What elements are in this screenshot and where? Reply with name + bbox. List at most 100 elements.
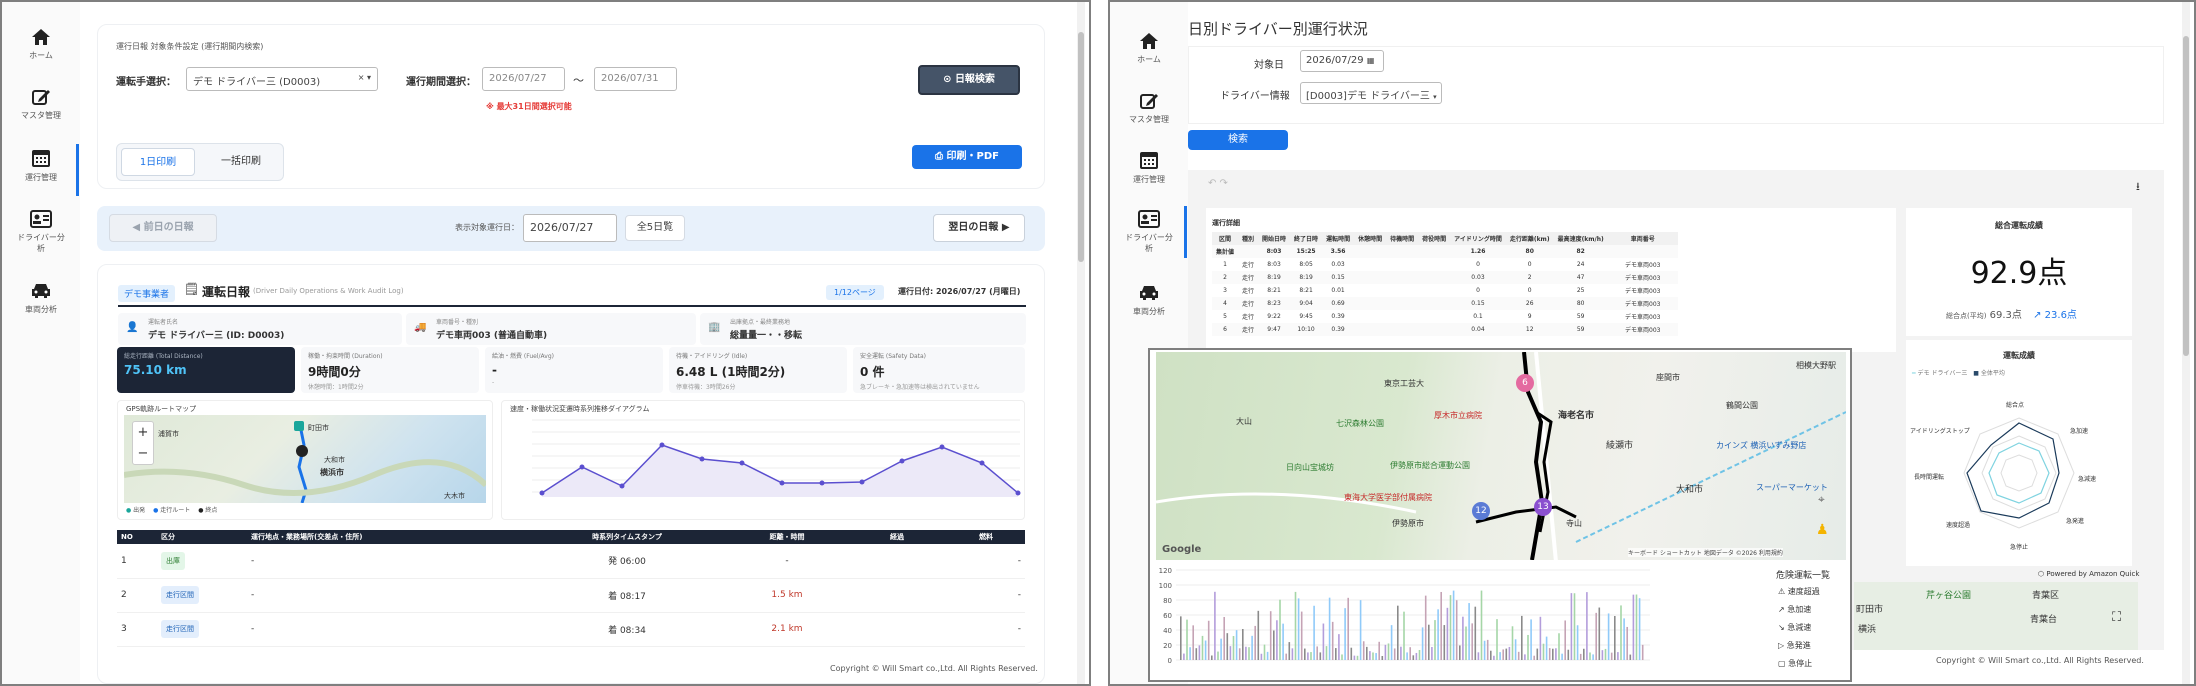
right-search-button[interactable]: 検索 bbox=[1188, 130, 1288, 150]
driver-select[interactable]: デモ ドライバー三 (D0003) × ▾ bbox=[186, 67, 378, 91]
row-no: 2 bbox=[117, 578, 157, 613]
pegman-icon[interactable]: ♟ bbox=[1816, 522, 1829, 538]
nav-master[interactable]: マスタ管理 bbox=[2, 88, 80, 121]
map-place: 横浜市 bbox=[320, 468, 344, 477]
kpi-sub: 急ブレーキ・急加速等は検出されていません bbox=[860, 384, 980, 391]
cell: 8:05 bbox=[1299, 261, 1313, 268]
table-row[interactable]: 6 走行 9:47 10:10 0.39 0.04 12 59 デモ車両003 bbox=[1212, 323, 1678, 336]
route-map[interactable]: 東京工芸大 厚木市立病院 相模大野駅 七沢森林公園 日向山宝城坊 伊勢原市総合運… bbox=[1156, 352, 1846, 560]
nav-operation[interactable]: 運行管理 bbox=[1110, 150, 1188, 185]
speed-bar bbox=[1576, 625, 1579, 660]
left-scrollbar[interactable] bbox=[1077, 2, 1085, 684]
car-icon bbox=[1140, 286, 1158, 300]
end-marker bbox=[296, 445, 308, 457]
nav-driver[interactable]: ドライバー分析 bbox=[1110, 206, 1188, 258]
mini-map[interactable]: 芹ヶ谷公園 青葉区 町田市 横浜 青葉台 ⛶ bbox=[1854, 582, 2138, 650]
right-scroll-thumb[interactable] bbox=[2183, 36, 2189, 356]
cell: 80 bbox=[1525, 248, 1534, 255]
play-icon: ▷ bbox=[1778, 641, 1785, 650]
speed-bar bbox=[1511, 626, 1514, 660]
table-row[interactable]: 3 走行区間 - 着 08:34 2.1 km - bbox=[117, 612, 1025, 647]
period-label: 運行期間選択： bbox=[406, 77, 476, 88]
nav-operation[interactable]: 運行管理 bbox=[2, 144, 80, 196]
chevron-down-icon: × ▾ bbox=[357, 73, 371, 82]
table-row[interactable]: 1 走行 8:03 8:05 0.03 0 0 24 デモ車両003 bbox=[1212, 258, 1678, 271]
nav-master[interactable]: マスタ管理 bbox=[1110, 92, 1188, 125]
table-row[interactable]: 2 走行 8:19 8:19 0.15 0.03 2 47 デモ車両003 bbox=[1212, 271, 1678, 284]
speed-bar bbox=[1403, 611, 1405, 660]
driver-info-select[interactable]: [D0003]デモ ドライバー三 ▾ bbox=[1300, 82, 1442, 104]
search-button[interactable]: ⊙ 日報検索 bbox=[918, 65, 1020, 95]
kpi-sub: 休憩時間：1時間2分 bbox=[308, 384, 364, 391]
tab-bulk-print[interactable]: 一括印刷 bbox=[203, 148, 279, 176]
nav-vehicle[interactable]: 車両分析 bbox=[1110, 284, 1188, 317]
date-from-input[interactable]: 2026/07/27 bbox=[482, 67, 565, 91]
speed-bar bbox=[1552, 648, 1554, 660]
speed-bar bbox=[1443, 625, 1446, 660]
row-type-badge: 走行区間 bbox=[161, 586, 199, 604]
map-place: 寺山 bbox=[1566, 519, 1582, 528]
driver-info: 👤 運転者氏名 デモ ドライバー三 (ID: D0003) bbox=[118, 313, 402, 345]
kpi-value: 6.48 L (1時間2分) bbox=[676, 365, 786, 379]
kpi-value: 0 件 bbox=[860, 365, 885, 379]
nav-label: ドライバー分析 bbox=[17, 233, 65, 253]
radar-title: 運転成績 bbox=[2003, 351, 2035, 360]
cell: 0.03 bbox=[1331, 261, 1345, 268]
undo-icon[interactable]: ↶ ↷ bbox=[1208, 178, 1228, 189]
hazard-speeding: ⚠ 速度超過 bbox=[1778, 586, 1820, 597]
download-icon[interactable]: ⭳ bbox=[2136, 178, 2140, 197]
col-header: 区分 bbox=[161, 533, 175, 541]
right-scrollbar[interactable] bbox=[2182, 2, 2190, 684]
nav-label: マスタ管理 bbox=[1129, 115, 1169, 124]
target-date-input[interactable]: 2026/07/29 ▦ bbox=[1300, 50, 1384, 72]
speed-bar bbox=[1483, 640, 1486, 660]
nav-driver[interactable]: ドライバー分析 bbox=[2, 210, 80, 254]
zoom-control[interactable]: + − bbox=[132, 421, 154, 465]
speed-bar bbox=[1570, 593, 1573, 660]
speed-bar bbox=[1347, 597, 1349, 660]
nav-vehicle[interactable]: 車両分析 bbox=[2, 282, 80, 315]
table-row[interactable]: 5 走行 9:22 9:45 0.39 0.1 9 59 デモ車両003 bbox=[1212, 310, 1678, 323]
car-icon bbox=[32, 284, 50, 298]
cell: 2 bbox=[1527, 274, 1532, 281]
table-row[interactable]: 1 出庫 - 発 06:00 - - bbox=[117, 544, 1025, 579]
map-place: 鶴間公園 bbox=[1726, 401, 1758, 410]
cell: 9:45 bbox=[1299, 313, 1313, 320]
tab-single-print[interactable]: 1日印刷 bbox=[121, 148, 195, 176]
print-pdf-button[interactable]: ⎙ 印刷・PDF bbox=[912, 145, 1022, 169]
date-display[interactable]: 2026/07/27 bbox=[523, 214, 617, 242]
speed-bar bbox=[1607, 613, 1610, 660]
speed-bar-chart: 120 100 80 60 40 20 0 bbox=[1159, 567, 1650, 665]
nav-home[interactable]: ホーム bbox=[1110, 32, 1188, 65]
y-tick-label: 40 bbox=[1163, 627, 1172, 635]
next-day-button[interactable]: 翌日の日報 ▶ bbox=[933, 214, 1025, 242]
map-place: 青葉区 bbox=[2032, 591, 2060, 601]
date-to-input[interactable]: 2026/07/31 bbox=[594, 67, 677, 91]
col-header: 最高速度(km/h) bbox=[1557, 236, 1604, 243]
cell: 4 bbox=[1223, 300, 1227, 307]
radar-card: 運転成績 ━ デモ ドライバー三 ■ 全体平均 総合点 急加速 急減速 急発進 … bbox=[1906, 340, 2132, 566]
left-scroll-thumb[interactable] bbox=[1078, 32, 1084, 262]
hazard-accel: ↗ 急加速 bbox=[1778, 604, 1811, 615]
speed-bar bbox=[1548, 648, 1551, 660]
col-header: 車両番号 bbox=[1630, 236, 1655, 243]
nav-home[interactable]: ホーム bbox=[2, 28, 80, 61]
gps-map[interactable]: + − 浦賀市 大和市 横浜市 町田市 大木市 bbox=[124, 415, 486, 503]
speed-bar bbox=[1229, 646, 1232, 660]
fullscreen-icon[interactable]: ⛶ bbox=[2112, 610, 2121, 625]
radar-axis-label: 急減速 bbox=[2078, 476, 2097, 483]
speed-bar bbox=[1288, 642, 1291, 660]
prev-day-button[interactable]: ◀ 前日の日報 bbox=[109, 214, 217, 242]
table-row[interactable]: 3 走行 8:21 8:21 0.01 0 0 25 デモ車両003 bbox=[1212, 284, 1678, 297]
kpi-sub: - bbox=[492, 379, 495, 386]
col-header: 走行距離(km) bbox=[1509, 236, 1550, 243]
score-diff: ↗ 23.6点 bbox=[2033, 310, 2077, 321]
speed-bar bbox=[1530, 619, 1532, 660]
table-row[interactable]: 2 走行区間 - 着 08:17 1.5 km - bbox=[117, 578, 1025, 613]
all-days-button[interactable]: 全5日覧 bbox=[625, 215, 685, 241]
score-avg-label: 総合点(平均) bbox=[1946, 312, 1987, 320]
report-divider bbox=[118, 305, 1026, 307]
table-row[interactable]: 4 走行 8:23 9:04 0.69 0.15 26 80 デモ車両003 bbox=[1212, 297, 1678, 310]
locate-icon[interactable]: ⌖ bbox=[1818, 492, 1825, 507]
speed-bar bbox=[1263, 644, 1266, 660]
